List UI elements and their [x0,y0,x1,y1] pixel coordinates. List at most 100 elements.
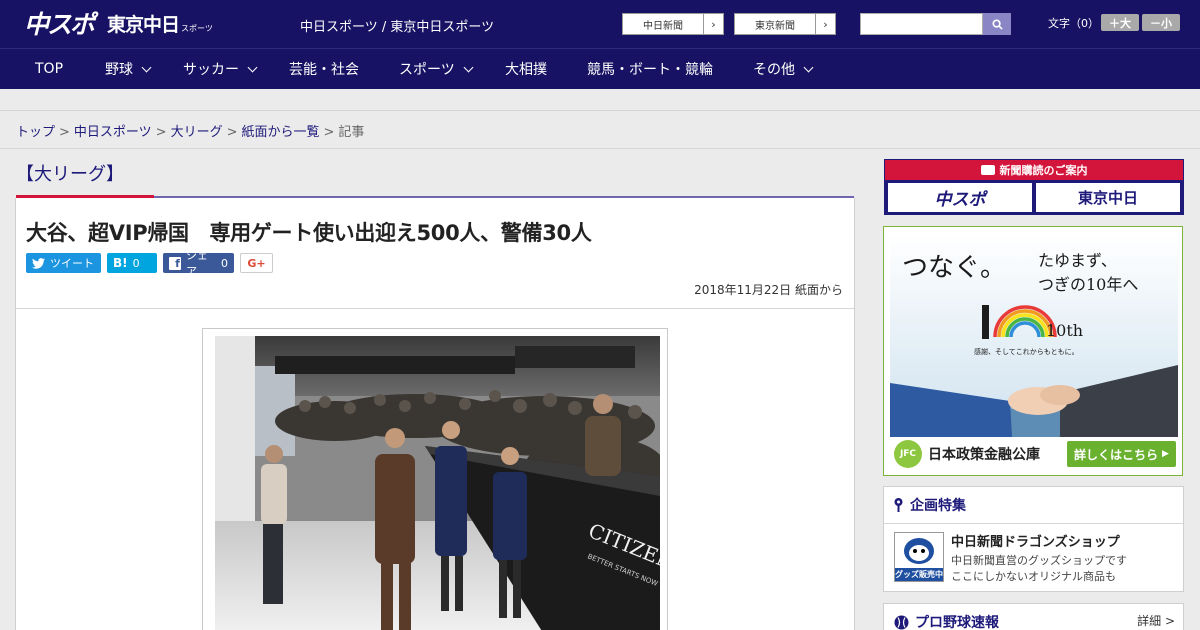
category-heading: 【大リーグ】 [16,164,124,185]
sidebar-ad[interactable]: つなぐ。 たゆまず、 つぎの10年へ 10th 感謝、そしてこれからもともに。 … [883,226,1183,476]
newspaper-icon [980,165,995,175]
twitter-icon [32,257,45,269]
subscription-box: 新聞購読のご案内 中スポ 東京中日 [884,159,1184,215]
pro-baseball-header: プロ野球速報 [894,612,999,630]
nav-label: 大相撲 [505,62,547,78]
nav-item-baseball[interactable]: 野球 [105,49,152,89]
tweet-label: ツイート [50,257,94,270]
play-icon: ▶ [1162,449,1169,459]
nav-item-soccer[interactable]: サッカー [183,49,258,89]
article-headline: 大谷、超VIP帰国 専用ゲート使い出迎え500人、警備30人 [26,221,592,245]
nav-item-sports[interactable]: スポーツ [399,49,474,89]
google-plus-icon: G+ [247,256,266,270]
ad-line2: たゆまず、 [1038,251,1117,270]
tweet-button[interactable]: ツイート [26,253,101,273]
google-plus-button[interactable]: G+ [240,253,273,273]
ad-tagline: 感謝、そしてこれからもともに。 [974,348,1079,356]
breadcrumb-current: 記事 [338,125,365,140]
logo-sports-text: スポーツ [181,23,213,33]
chuspo-logo[interactable]: 中スポ [24,5,95,41]
nav-item-racing[interactable]: 競馬・ボート・競輪 [587,49,713,89]
ad-headline: つなぐ。 [902,253,1007,283]
subscribe-chuspo-button[interactable]: 中スポ [888,183,1032,212]
dragons-shop-desc-2: ここにしかないオリジナル商品も [951,570,1116,583]
chevron-right-icon: › [815,14,835,34]
dragons-shop-desc-1: 中日新聞直営のグッズショップです [951,554,1127,567]
nav-item-entertainment[interactable]: 芸能・社会 [289,49,359,89]
nav-label: 芸能・社会 [289,62,359,78]
baseball-icon [894,615,909,629]
breadcrumb-mlb[interactable]: 大リーグ [171,125,223,140]
hatena-icon: B! [113,256,128,270]
facebook-share-label: シェア [185,249,208,278]
breadcrumb-sep: > [226,125,238,140]
breadcrumb: トップ > 中日スポーツ > 大リーグ > 紙面から一覧 > 記事 [16,121,364,140]
subscribe-tokyo-chunichi-label: 東京中日 [1077,189,1138,207]
nav-item-top[interactable]: TOP [35,49,63,89]
search-input[interactable] [860,13,983,35]
ad-organization: 日本政策金融公庫 [928,447,1040,463]
nav-item-other[interactable]: その他 [753,49,814,89]
jfc-logo-icon: JFC [894,440,922,468]
chunichi-shimbun-button[interactable]: 中日新聞 › [622,13,724,35]
facebook-icon: f [169,256,181,270]
breadcrumb-sep: > [155,125,167,140]
feature-panel-title: 企画特集 [910,498,966,514]
facebook-share-button[interactable]: f シェア 0 [163,249,234,278]
article-dateline: 2018年11月22日 紙面から [694,283,843,297]
nav-label: TOP [35,61,64,77]
pin-icon [894,498,903,512]
top-header: 中スポ 東京中日 スポーツ 中日スポーツ / 東京中日スポーツ 中日新聞 › 東… [0,0,1200,48]
ad-cta-button[interactable]: 詳しくはこちら ▶ [1067,441,1176,467]
site-logo[interactable]: 中スポ 東京中日 スポーツ [24,5,213,41]
chevron-down-icon [803,62,814,72]
nav-item-sumo[interactable]: 大相撲 [505,49,547,89]
breadcrumb-chunichi-sports[interactable]: 中日スポーツ [74,125,152,140]
nav-label: スポーツ [399,62,455,78]
feature-panel: 企画特集 グッズ販売中 中日新聞ドラゴンズショップ 中日新聞直営のグッズショップ… [883,486,1184,592]
subscribe-chuspo-label: 中スポ [934,190,986,210]
facebook-count: 0 [221,256,228,270]
chevron-down-icon [247,62,258,72]
dragons-shop-link[interactable]: 中日新聞ドラゴンズショップ [951,531,1120,550]
ad-cta-label: 詳しくはこちら [1074,447,1159,462]
search-icon [991,18,1003,30]
article-photo[interactable]: CITIZEN BETTER STARTS NOW [215,336,660,630]
subscribe-tokyo-chunichi-button[interactable]: 東京中日 [1036,183,1180,212]
pro-baseball-panel: プロ野球速報 詳細 > [883,603,1184,630]
ad-image: つなぐ。 たゆまず、 つぎの10年へ 10th 感謝、そしてこれからもともに。 [890,233,1178,437]
feature-panel-header: 企画特集 [884,487,1183,524]
chevron-down-icon [463,62,474,72]
hatena-count: 0 [132,256,140,270]
ad-anniversary: 10th [1046,321,1084,340]
font-size-label: 文字（0） [1048,17,1099,30]
airport-arrival-photo: CITIZEN BETTER STARTS NOW [215,336,660,630]
nav-label: サッカー [183,62,239,78]
breadcrumb-top[interactable]: トップ [16,125,55,140]
article-divider [16,308,854,309]
chunichi-shimbun-label: 中日新聞 [643,20,683,32]
ad-line3: つぎの10年へ [1038,275,1139,294]
font-smaller-button[interactable]: －小 [1142,14,1180,31]
chevron-right-icon: › [703,14,723,34]
tokyo-shimbun-button[interactable]: 東京新聞 › [734,13,836,35]
ad-strip [0,89,1200,111]
nav-label: その他 [753,62,795,78]
font-larger-button[interactable]: ＋大 [1101,14,1139,31]
chevron-down-icon [141,62,152,72]
subscription-header-label: 新聞購読のご案内 [999,164,1088,177]
breadcrumb-sep: > [323,125,335,140]
pro-baseball-title: プロ野球速報 [915,615,999,630]
breadcrumb-sep: > [59,125,70,140]
search-button[interactable] [983,13,1011,35]
dragons-shop-thumbnail[interactable]: グッズ販売中 [894,532,944,582]
hatena-bookmark-button[interactable]: B! 0 [107,253,157,273]
subscription-header: 新聞購読のご案内 [885,160,1183,180]
ad-footer: JFC 日本政策金融公庫 詳しくはこちら ▶ [890,437,1178,471]
pro-baseball-details-link[interactable]: 詳細 > [1137,612,1175,629]
site-title-links[interactable]: 中日スポーツ / 東京中日スポーツ [300,16,494,35]
goods-sale-badge: グッズ販売中 [895,568,943,581]
nav-label: 野球 [105,62,133,78]
tokyo-chunichi-logo[interactable]: 東京中日 [107,10,180,37]
breadcrumb-paper-list[interactable]: 紙面から一覧 [242,125,320,140]
